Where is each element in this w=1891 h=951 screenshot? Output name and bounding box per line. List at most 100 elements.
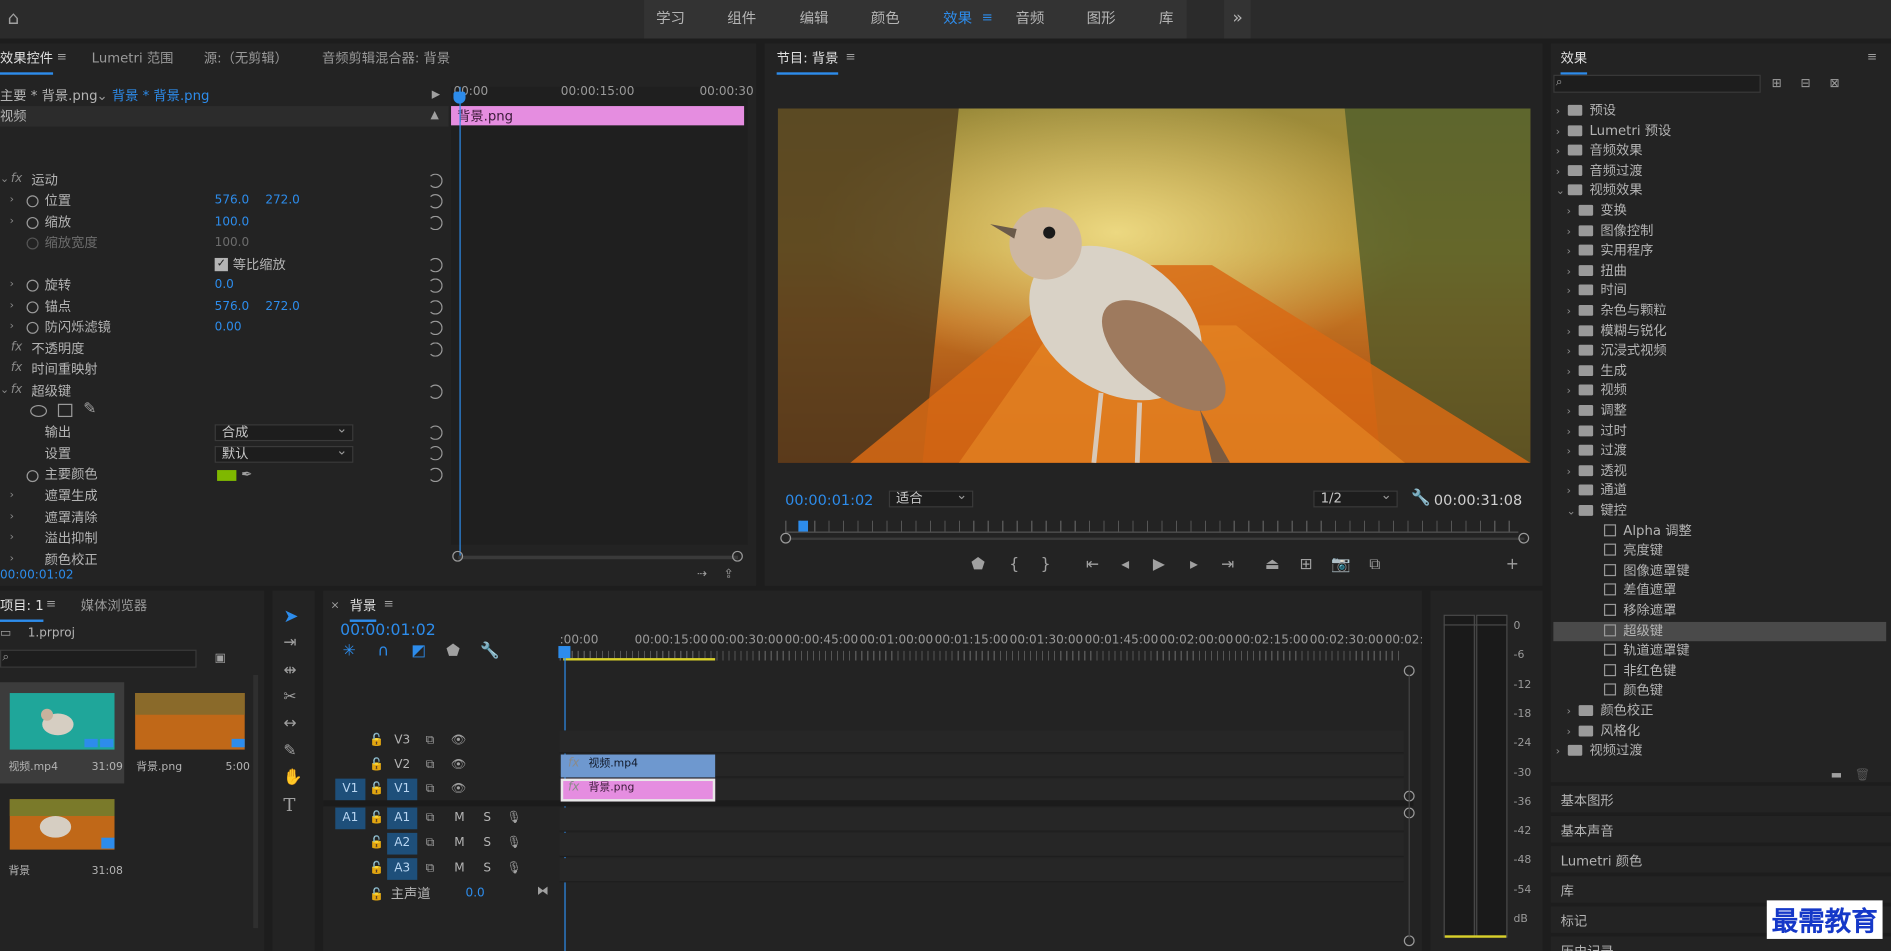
sync-lock-icon[interactable]: ⧉	[426, 835, 435, 852]
go-to-in-icon[interactable]: ⇤	[1084, 556, 1101, 574]
reset-icon[interactable]	[428, 320, 443, 336]
property-value-2[interactable]: 272.0	[265, 297, 300, 317]
effects-tree-item[interactable]: › 音频效果	[1556, 141, 1643, 161]
wrench-icon[interactable]: 🔧	[1411, 490, 1431, 508]
stopwatch-icon[interactable]	[26, 216, 39, 230]
effects-tree-item[interactable]: › 颜色校正	[1567, 701, 1654, 721]
effects-tree-item[interactable]: › 透视	[1567, 461, 1627, 481]
stopwatch-icon[interactable]	[26, 321, 39, 334]
effects-tree-item[interactable]: 非红色键	[1577, 661, 1676, 681]
close-icon[interactable]: ×	[330, 598, 339, 615]
32bit-effects-icon[interactable]: ⊟	[1801, 76, 1811, 93]
timeline-settings-icon[interactable]: 🔧	[480, 643, 500, 661]
playhead[interactable]	[459, 86, 461, 560]
media-browser-tab[interactable]: 媒体浏览器	[81, 591, 147, 622]
linked-selection-icon[interactable]: ∩	[377, 643, 388, 661]
solo-button[interactable]: S	[479, 833, 496, 855]
effects-tree-item[interactable]: › 实用程序	[1567, 241, 1654, 261]
property-value-2[interactable]: 272.0	[265, 190, 300, 210]
track-divider[interactable]	[323, 800, 1414, 807]
effects-tree-item[interactable]: 差值遮罩	[1577, 581, 1676, 601]
master-volume[interactable]: 0.0	[466, 883, 485, 903]
effects-tree-item[interactable]: 移除遮罩	[1577, 601, 1676, 621]
uniform-scale-checkbox[interactable]: ✓	[214, 257, 228, 272]
chevron-icon[interactable]: ›	[1567, 703, 1579, 722]
expand-icon[interactable]: ›	[10, 216, 14, 228]
home-icon[interactable]: ⌂	[4, 9, 23, 27]
project-scrollbar[interactable]	[253, 674, 259, 929]
fx-badge[interactable]: fx	[11, 362, 22, 375]
expand-icon[interactable]: ⌄	[0, 384, 9, 396]
expand-icon[interactable]: ›	[10, 532, 14, 544]
reset-icon[interactable]	[428, 384, 443, 399]
program-timecode[interactable]: 00:00:01:02	[785, 491, 873, 511]
program-zoom-right[interactable]	[1518, 532, 1530, 544]
stopwatch-icon[interactable]	[26, 237, 39, 250]
chevron-icon[interactable]: ›	[1567, 403, 1579, 422]
effects-tree-item[interactable]: › 时间	[1567, 281, 1627, 301]
zoom-handle-right[interactable]	[732, 550, 743, 562]
effects-tree-item[interactable]: › 生成	[1567, 361, 1627, 381]
chevron-icon[interactable]: ›	[1567, 323, 1579, 342]
effects-tree-item[interactable]: 超级键	[1577, 621, 1663, 641]
sub-group-label[interactable]: 溢出抑制	[45, 528, 98, 548]
work-area-bar[interactable]	[563, 658, 716, 661]
effects-tree-item[interactable]: › 预设	[1556, 101, 1616, 121]
effects-tree-item[interactable]: › 视频	[1567, 381, 1627, 401]
solo-button[interactable]: S	[479, 858, 496, 880]
workspace-tab-2[interactable]: 编辑	[800, 0, 829, 39]
panel-menu-icon[interactable]: ≡	[845, 49, 855, 66]
output-select[interactable]: 合成	[214, 422, 354, 442]
mic-icon[interactable]: 🎙	[507, 835, 522, 852]
program-video-frame[interactable]	[777, 108, 1531, 463]
add-button-icon[interactable]: +	[1504, 556, 1521, 574]
chevron-icon[interactable]: ›	[1567, 242, 1579, 261]
workspace-tab-6[interactable]: 图形	[1087, 0, 1116, 39]
type-tool-icon[interactable]: T	[283, 796, 295, 814]
compare-icon[interactable]: ⧉	[1366, 556, 1383, 574]
add-marker-seq-icon[interactable]: ◩	[411, 643, 426, 661]
property-value[interactable]: 576.0	[215, 190, 250, 210]
sync-lock-icon[interactable]: ⧉	[426, 861, 435, 878]
accelerated-effects-icon[interactable]: ⊞	[1772, 76, 1782, 93]
pen-tool-icon[interactable]: ✎	[283, 743, 296, 761]
sync-lock-icon[interactable]: ⧉	[426, 810, 435, 827]
marker-icon[interactable]: ⬟	[446, 643, 460, 661]
collapsed-panel-2[interactable]: Lumetri 颜色	[1561, 851, 1643, 871]
workspace-tab-5[interactable]: 音频	[1015, 0, 1044, 39]
program-zoom-bar[interactable]	[788, 537, 1525, 540]
effects-tree-item[interactable]: › 过渡	[1567, 441, 1627, 461]
panel-menu-icon[interactable]: ≡	[1867, 49, 1877, 66]
resolution-select[interactable]: 1/2	[1313, 488, 1398, 508]
sub-group-label[interactable]: 遮罩清除	[45, 507, 98, 527]
more-workspaces-icon[interactable]: »	[1233, 0, 1243, 39]
program-monitor-title[interactable]: 节目: 背景	[776, 43, 839, 75]
source-clip-label[interactable]: 主要 * 背景.png	[0, 86, 98, 106]
workspace-tab-0[interactable]: 学习	[656, 0, 685, 39]
panel-menu-icon[interactable]: ≡	[46, 597, 56, 614]
sub-group-label[interactable]: 遮罩生成	[45, 486, 98, 506]
chevron-icon[interactable]: ›	[1567, 423, 1579, 442]
new-bin-icon[interactable]: ▣	[215, 651, 226, 668]
chevron-icon[interactable]: ⌄	[1567, 503, 1579, 522]
timeline-tab[interactable]: 背景	[349, 591, 377, 622]
effects-tree-item[interactable]: › 音频过渡	[1556, 161, 1643, 181]
effects-tree-item[interactable]: › 变换	[1567, 201, 1627, 221]
expand-icon[interactable]: ›	[10, 553, 14, 565]
effects-tree-item[interactable]: › 沉浸式视频	[1567, 341, 1667, 361]
reset-icon[interactable]	[428, 467, 443, 483]
effects-tree-item[interactable]: › 扭曲	[1567, 261, 1627, 281]
reset-icon[interactable]	[428, 445, 443, 461]
ec-timecode[interactable]: 00:00:01:02	[0, 565, 74, 585]
share-icon[interactable]: ⇪	[724, 566, 734, 583]
step-back-icon[interactable]: ◂	[1117, 556, 1134, 574]
lock-icon[interactable]: 🔓	[369, 861, 384, 878]
reset-icon[interactable]	[428, 257, 443, 273]
collapsed-panel-1[interactable]: 基本声音	[1561, 821, 1614, 841]
hand-tool-icon[interactable]: ✋	[283, 770, 303, 787]
effects-tree-item[interactable]: › 杂色与颗粒	[1567, 301, 1667, 321]
key-color-swatch[interactable]	[217, 470, 237, 481]
go-to-out-icon[interactable]: ⇥	[1219, 556, 1236, 574]
ec-tab-2[interactable]: 源:（无剪辑）	[204, 43, 288, 74]
effects-tree-item[interactable]: › 图像控制	[1567, 221, 1654, 241]
